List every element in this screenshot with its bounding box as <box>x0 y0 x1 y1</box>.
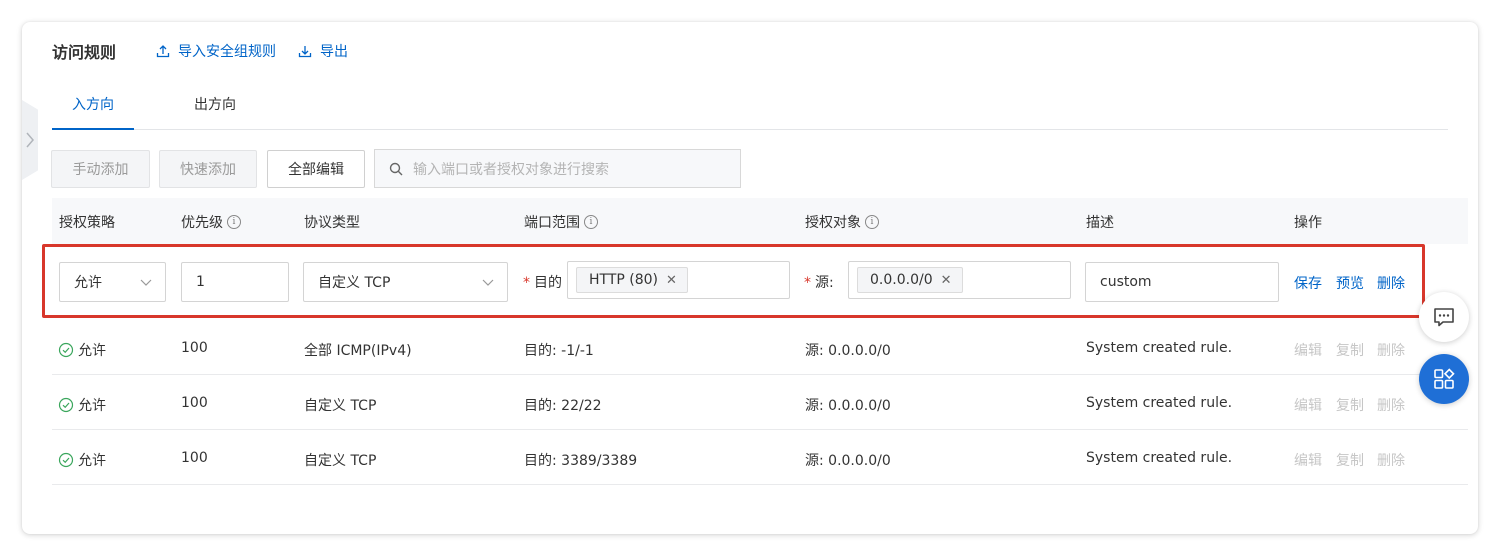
col-priority: 优先级 i <box>181 212 241 232</box>
description-cell: System created rule. <box>1086 450 1233 466</box>
description-cell: System created rule. <box>1086 340 1233 356</box>
source-tag: 0.0.0.0/0 ✕ <box>857 267 963 293</box>
policy-cell: 允许 <box>58 450 106 470</box>
tab-inbound[interactable]: 入方向 <box>52 92 134 130</box>
protocol-cell: 全部 ICMP(IPv4) <box>304 343 412 359</box>
quick-add-button[interactable]: 快速添加 <box>159 150 257 188</box>
info-icon[interactable]: i <box>865 215 879 229</box>
col-protocol: 协议类型 <box>304 215 360 231</box>
port-cell: 目的: 3389/3389 <box>524 453 638 469</box>
edit-link[interactable]: 编辑 <box>1294 450 1322 470</box>
description-cell: System created rule. <box>1086 395 1233 411</box>
download-icon <box>298 46 312 58</box>
close-icon[interactable]: ✕ <box>941 273 952 288</box>
policy-select-value: 允许 <box>74 275 102 291</box>
source-cell: 源: 0.0.0.0/0 <box>805 398 891 414</box>
save-link[interactable]: 保存 <box>1294 273 1322 293</box>
protocol-select[interactable]: 自定义 TCP <box>303 262 508 302</box>
check-circle-icon <box>58 342 74 358</box>
protocol-cell: 自定义 TCP <box>304 398 377 414</box>
delete-link[interactable]: 删除 <box>1377 450 1405 470</box>
search-input[interactable]: 输入端口或者授权对象进行搜索 <box>374 149 741 188</box>
copy-link[interactable]: 复制 <box>1336 395 1364 415</box>
edit-all-button[interactable]: 全部编辑 <box>267 150 365 188</box>
port-label: * 目的 <box>523 275 562 291</box>
source-cell: 源: 0.0.0.0/0 <box>805 343 891 359</box>
port-tag-input[interactable]: HTTP (80) ✕ <box>567 261 790 299</box>
rules-header: 访问规则 导入安全组规则 导出 <box>52 39 370 63</box>
edit-link[interactable]: 编辑 <box>1294 340 1322 360</box>
source-cell: 源: 0.0.0.0/0 <box>805 453 891 469</box>
export-label: 导出 <box>320 44 349 60</box>
copy-link[interactable]: 复制 <box>1336 340 1364 360</box>
check-circle-icon <box>58 397 74 413</box>
edit-link[interactable]: 编辑 <box>1294 395 1322 415</box>
chevron-down-icon <box>140 279 152 286</box>
check-circle-icon <box>58 452 74 468</box>
port-cell: 目的: 22/22 <box>524 398 602 414</box>
preview-link[interactable]: 预览 <box>1336 273 1364 293</box>
policy-select[interactable]: 允许 <box>59 262 166 302</box>
delete-link[interactable]: 删除 <box>1377 395 1405 415</box>
tab-outbound[interactable]: 出方向 <box>194 92 238 130</box>
delete-link[interactable]: 删除 <box>1377 273 1405 293</box>
page-title: 访问规则 <box>52 43 117 62</box>
priority-cell: 100 <box>181 450 208 466</box>
source-tag-label: 0.0.0.0/0 <box>870 272 933 288</box>
import-rules-label: 导入安全组规则 <box>178 44 277 60</box>
priority-value: 1 <box>196 274 205 290</box>
upload-icon <box>156 45 170 58</box>
info-icon[interactable]: i <box>584 215 598 229</box>
source-tag-input[interactable]: 0.0.0.0/0 ✕ <box>848 261 1071 299</box>
copy-link[interactable]: 复制 <box>1336 450 1364 470</box>
protocol-select-value: 自定义 TCP <box>318 275 391 291</box>
policy-cell: 允许 <box>58 395 106 415</box>
policy-cell: 允许 <box>58 340 106 360</box>
apps-icon <box>1434 368 1455 389</box>
priority-input[interactable]: 1 <box>181 262 289 302</box>
info-icon[interactable]: i <box>227 215 241 229</box>
table-header: 授权策略 优先级 i 协议类型 端口范围 i 授权对象 i 描述 操作 <box>52 198 1468 244</box>
col-description: 描述 <box>1086 215 1114 231</box>
close-icon[interactable]: ✕ <box>666 273 677 288</box>
search-icon <box>389 162 403 175</box>
chat-icon <box>1434 308 1454 327</box>
chat-button[interactable] <box>1419 292 1469 342</box>
search-placeholder: 输入端口或者授权对象进行搜索 <box>413 161 609 178</box>
table-row: 允许 100 自定义 TCP 目的: 3389/3389 源: 0.0.0.0/… <box>52 430 1468 485</box>
manual-add-button[interactable]: 手动添加 <box>51 150 150 188</box>
chevron-down-icon <box>482 279 494 286</box>
col-auth-object: 授权对象 i <box>805 212 879 232</box>
port-cell: 目的: -1/-1 <box>524 343 594 359</box>
export-link[interactable]: 导出 <box>298 41 348 61</box>
chevron-right-icon <box>26 132 34 148</box>
table-row: 允许 100 自定义 TCP 目的: 22/22 源: 0.0.0.0/0 Sy… <box>52 375 1468 430</box>
table-row: 允许 100 全部 ICMP(IPv4) 目的: -1/-1 源: 0.0.0.… <box>52 320 1468 375</box>
col-policy: 授权策略 <box>59 215 115 231</box>
direction-tabs: 入方向 出方向 <box>52 92 1448 130</box>
apps-button[interactable] <box>1419 354 1469 404</box>
source-label: * 源: <box>804 275 834 291</box>
delete-link[interactable]: 删除 <box>1377 340 1405 360</box>
col-port-range: 端口范围 i <box>524 212 598 232</box>
col-actions: 操作 <box>1294 215 1322 231</box>
side-panel-toggle[interactable] <box>22 100 38 180</box>
description-input[interactable]: custom <box>1085 262 1279 302</box>
priority-cell: 100 <box>181 395 208 411</box>
priority-cell: 100 <box>181 340 208 356</box>
port-tag: HTTP (80) ✕ <box>576 267 688 293</box>
port-tag-label: HTTP (80) <box>589 272 659 288</box>
import-rules-link[interactable]: 导入安全组规则 <box>156 41 276 61</box>
protocol-cell: 自定义 TCP <box>304 453 377 469</box>
description-value: custom <box>1100 274 1152 290</box>
